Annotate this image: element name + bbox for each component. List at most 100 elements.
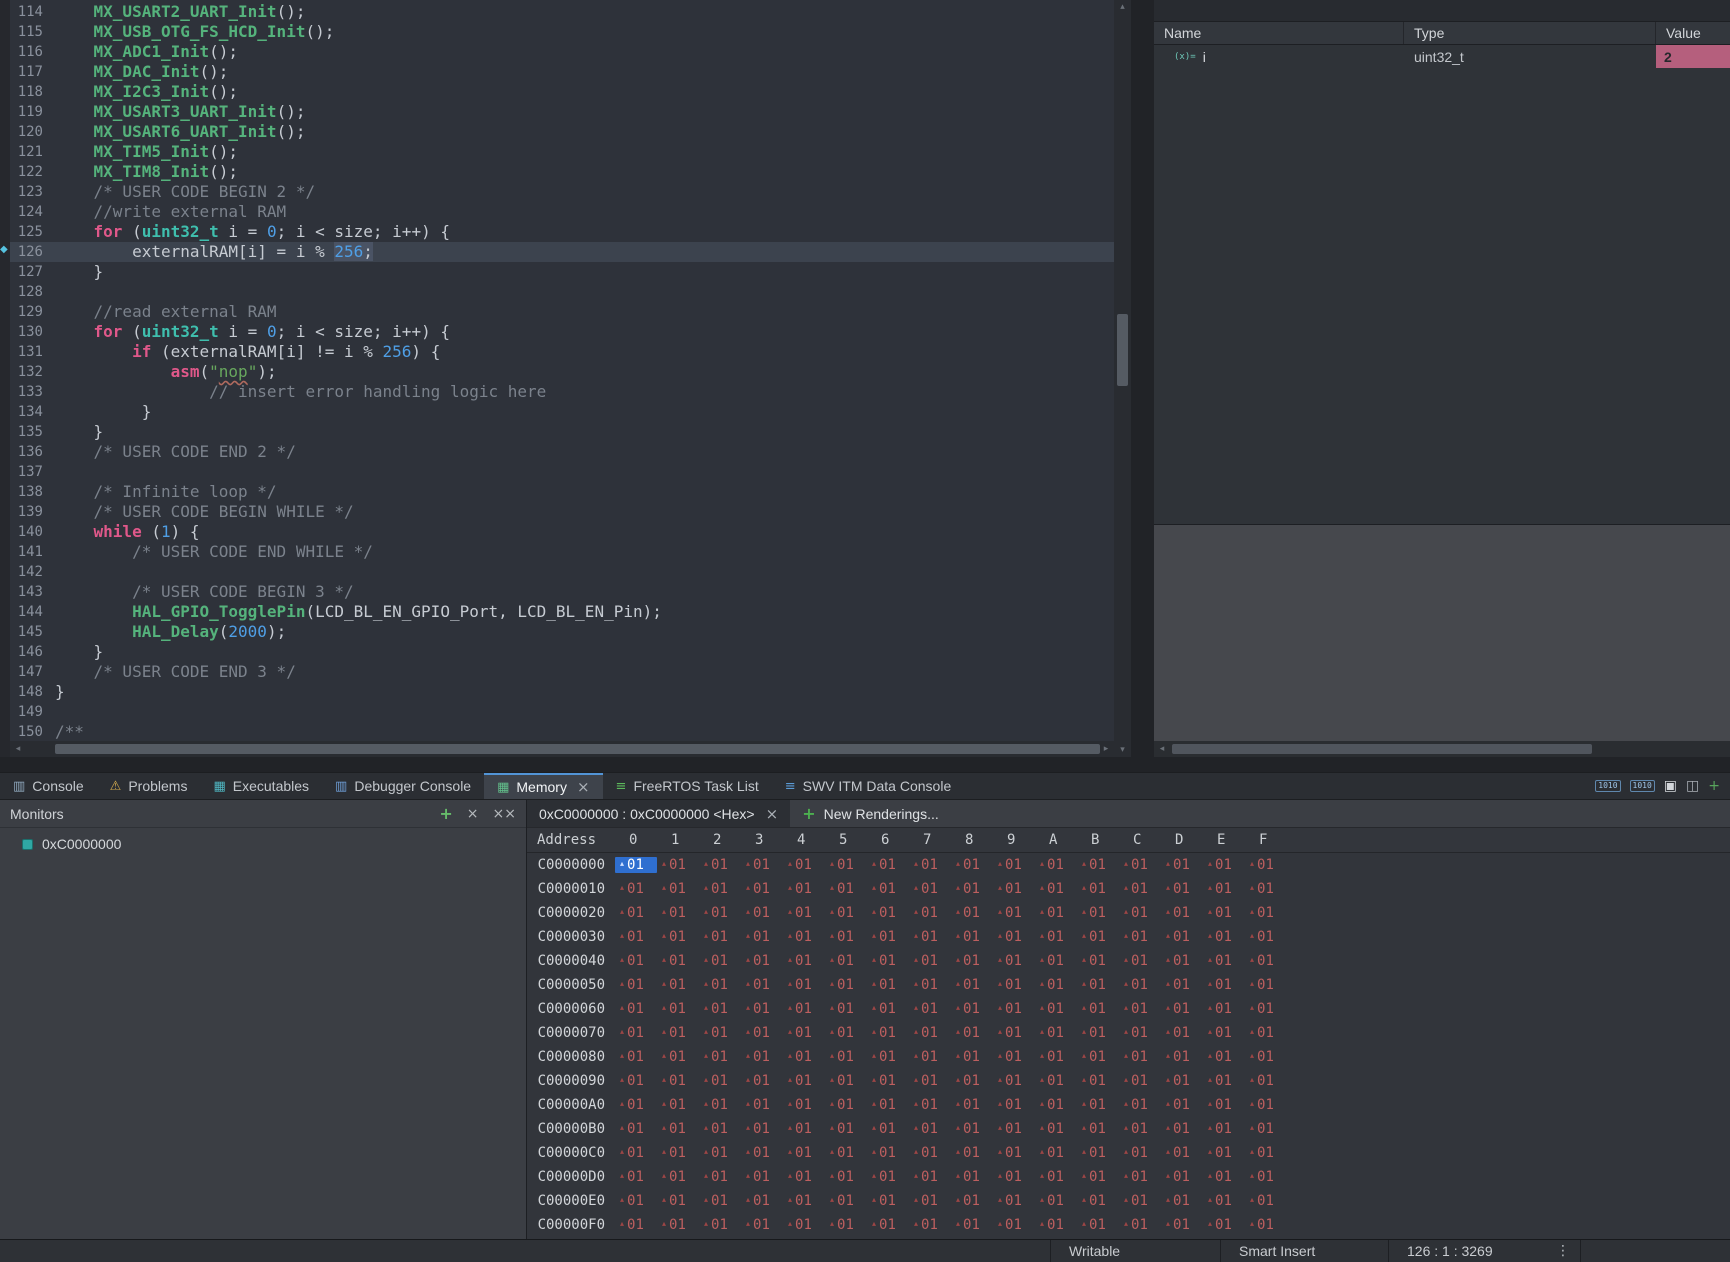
line-number[interactable]: 150: [10, 722, 55, 741]
memory-cell[interactable]: 01: [783, 1049, 825, 1065]
memory-cell[interactable]: 01: [657, 953, 699, 969]
memory-cell[interactable]: 01: [1119, 929, 1161, 945]
memory-address[interactable]: C00000D0: [527, 1169, 615, 1185]
memory-cell[interactable]: 01: [615, 1169, 657, 1185]
memory-cell[interactable]: 01: [825, 953, 867, 969]
memory-cell[interactable]: 01: [909, 953, 951, 969]
memory-cell[interactable]: 01: [867, 953, 909, 969]
code-line[interactable]: 124 //write external RAM: [10, 202, 1114, 222]
line-number[interactable]: 122: [10, 162, 55, 182]
memory-cell[interactable]: 01: [1203, 977, 1245, 993]
memory-cell[interactable]: 01: [699, 1145, 741, 1161]
memory-address[interactable]: C0000090: [527, 1073, 615, 1089]
memory-cell[interactable]: 01: [741, 881, 783, 897]
close-icon[interactable]: ×: [577, 778, 590, 796]
memory-cell[interactable]: 01: [1203, 953, 1245, 969]
memory-cell[interactable]: 01: [1035, 1049, 1077, 1065]
memory-cell[interactable]: 01: [783, 1169, 825, 1185]
memory-cell[interactable]: 01: [783, 1145, 825, 1161]
memory-cell[interactable]: 01: [1077, 1097, 1119, 1113]
memory-cell[interactable]: 01: [867, 1169, 909, 1185]
code-line[interactable]: 145 HAL_Delay(2000);: [10, 622, 1114, 642]
memory-cell[interactable]: 01: [825, 977, 867, 993]
tab-debugger-console[interactable]: ▥Debugger Console: [322, 773, 484, 799]
memory-cell[interactable]: 01: [951, 977, 993, 993]
code-line[interactable]: 128: [10, 282, 1114, 302]
line-number[interactable]: 130: [10, 322, 55, 342]
memory-cell[interactable]: 01: [993, 1169, 1035, 1185]
memory-cell[interactable]: 01: [951, 1121, 993, 1137]
memory-cell[interactable]: 01: [615, 1217, 657, 1233]
memory-cell[interactable]: 01: [1077, 1025, 1119, 1041]
line-number[interactable]: 145: [10, 622, 55, 642]
memory-cell[interactable]: 01: [1035, 1193, 1077, 1209]
new-memory-view-icon[interactable]: ▣: [1664, 779, 1677, 793]
memory-cell[interactable]: 01: [993, 1193, 1035, 1209]
memory-cell[interactable]: 01: [1119, 1217, 1161, 1233]
memory-cell[interactable]: 01: [615, 929, 657, 945]
memory-cell[interactable]: 01: [741, 1145, 783, 1161]
memory-cell[interactable]: 01: [825, 905, 867, 921]
column-header-type[interactable]: Type: [1404, 22, 1656, 44]
memory-cell[interactable]: 01: [825, 881, 867, 897]
memory-cell[interactable]: 01: [657, 1193, 699, 1209]
line-number[interactable]: 144: [10, 602, 55, 622]
memory-cell[interactable]: 01: [867, 1001, 909, 1017]
code-line[interactable]: 126 externalRAM[i] = i % 256;: [10, 242, 1114, 262]
memory-cell[interactable]: 01: [1203, 929, 1245, 945]
memory-cell[interactable]: 01: [909, 1121, 951, 1137]
memory-cell[interactable]: 01: [783, 1025, 825, 1041]
memory-cell[interactable]: 01: [615, 1025, 657, 1041]
memory-cell[interactable]: 01: [825, 1049, 867, 1065]
line-number[interactable]: 125: [10, 222, 55, 242]
memory-address[interactable]: C00000F0: [527, 1217, 615, 1233]
memory-cell[interactable]: 01: [867, 1097, 909, 1113]
memory-cell[interactable]: 01: [1119, 1025, 1161, 1041]
memory-cell[interactable]: 01: [867, 1025, 909, 1041]
memory-cell[interactable]: 01: [699, 1025, 741, 1041]
code-line[interactable]: 134 }: [10, 402, 1114, 422]
memory-cell[interactable]: 01: [1245, 857, 1287, 873]
memory-cell[interactable]: 01: [783, 1073, 825, 1089]
memory-cell[interactable]: 01: [993, 1001, 1035, 1017]
memory-cell[interactable]: 01: [993, 929, 1035, 945]
variable-row[interactable]: (x)= i uint32_t 2: [1154, 45, 1730, 68]
memory-cell[interactable]: 01: [1161, 1169, 1203, 1185]
memory-cell[interactable]: 01: [699, 1169, 741, 1185]
memory-cell[interactable]: 01: [699, 1073, 741, 1089]
memory-cell[interactable]: 01: [1077, 929, 1119, 945]
memory-cell[interactable]: 01: [615, 905, 657, 921]
memory-cell[interactable]: 01: [1077, 905, 1119, 921]
memory-cell[interactable]: 01: [699, 1193, 741, 1209]
code-line[interactable]: 120 MX_USART6_UART_Init();: [10, 122, 1114, 142]
memory-cell[interactable]: 01: [1203, 1193, 1245, 1209]
line-number[interactable]: 147: [10, 662, 55, 682]
line-number[interactable]: 129: [10, 302, 55, 322]
memory-cell[interactable]: 01: [699, 881, 741, 897]
memory-address[interactable]: C0000060: [527, 1001, 615, 1017]
memory-cell[interactable]: 01: [699, 1097, 741, 1113]
memory-cell[interactable]: 01: [909, 1169, 951, 1185]
memory-cell[interactable]: 01: [909, 1049, 951, 1065]
variable-type-cell[interactable]: uint32_t: [1404, 49, 1656, 65]
memory-cell[interactable]: 01: [1077, 953, 1119, 969]
code-line[interactable]: 117 MX_DAC_Init();: [10, 62, 1114, 82]
memory-cell[interactable]: 01: [699, 1121, 741, 1137]
memory-cell[interactable]: 01: [993, 1121, 1035, 1137]
memory-cell[interactable]: 01: [993, 881, 1035, 897]
memory-cell[interactable]: 01: [951, 1025, 993, 1041]
memory-cell[interactable]: 01: [825, 1217, 867, 1233]
variable-name-cell[interactable]: (x)= i: [1154, 49, 1404, 65]
memory-cell[interactable]: 01: [699, 953, 741, 969]
memory-cell[interactable]: 01: [951, 857, 993, 873]
memory-cell[interactable]: 01: [783, 905, 825, 921]
memory-cell[interactable]: 01: [1035, 1001, 1077, 1017]
memory-cell[interactable]: 01: [1035, 1097, 1077, 1113]
memory-cell[interactable]: 01: [615, 977, 657, 993]
code-line[interactable]: 138 /* Infinite loop */: [10, 482, 1114, 502]
memory-cell[interactable]: 01: [1077, 1073, 1119, 1089]
memory-cell[interactable]: 01: [783, 929, 825, 945]
line-number[interactable]: 143: [10, 582, 55, 602]
code-line[interactable]: 116 MX_ADC1_Init();: [10, 42, 1114, 62]
memory-cell[interactable]: 01: [951, 1145, 993, 1161]
